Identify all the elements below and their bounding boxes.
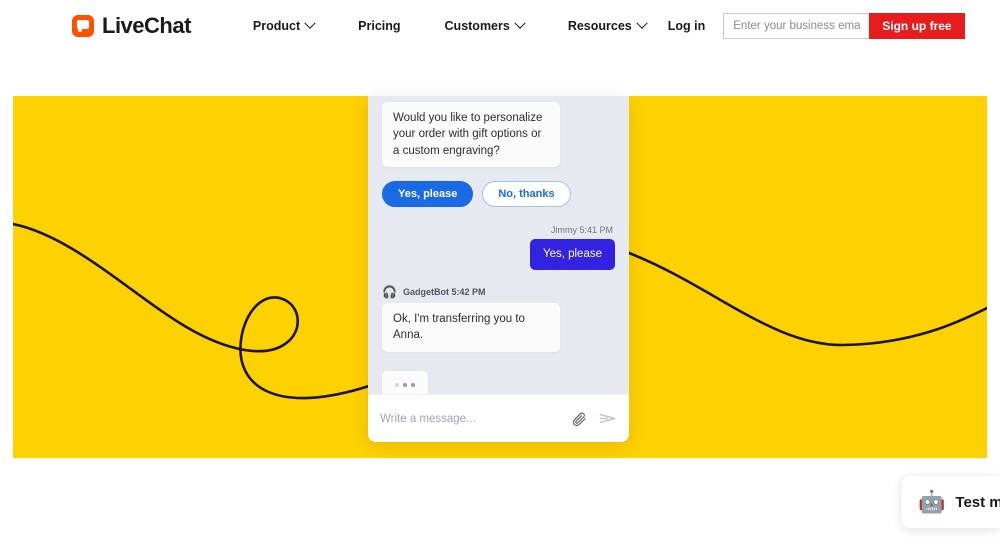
sign-up-free-button[interactable]: Sign up free: [869, 13, 965, 39]
message-input[interactable]: [380, 412, 571, 425]
user-message-meta: Jimmy 5:41 PM: [550, 224, 613, 235]
page-root: LiveChat Product Pricing Customers Resou…: [0, 0, 1000, 560]
chevron-down-icon: [304, 17, 316, 29]
nav-item-product[interactable]: Product: [231, 13, 336, 39]
test-me-widget[interactable]: 🤖 Test me: [902, 476, 1000, 528]
agent-message-meta: 🎧 GadgetBot 5:42 PM: [382, 286, 615, 298]
typing-dot: [395, 382, 399, 387]
chat-message-list[interactable]: Would you like to personalize your order…: [368, 96, 629, 394]
test-me-label: Test me: [955, 493, 1000, 511]
typing-dot: [403, 382, 407, 387]
brand-name: LiveChat: [102, 13, 191, 38]
user-message-bubble: Yes, please: [529, 238, 615, 270]
user-message-row: Yes, please: [382, 238, 615, 270]
chat-widget: Would you like to personalize your order…: [368, 96, 629, 442]
chat-input-actions: [571, 409, 617, 428]
typing-indicator: [382, 370, 428, 394]
typing-dot: [411, 382, 415, 387]
agent-message-bubble: Ok, I'm transferring you to Anna.: [382, 302, 560, 352]
signup-form: Sign up free: [723, 13, 965, 39]
top-navigation-bar: LiveChat Product Pricing Customers Resou…: [0, 0, 1000, 52]
bot-message-bubble: Would you like to personalize your order…: [382, 102, 560, 167]
nav-item-pricing[interactable]: Pricing: [336, 13, 422, 39]
nav-item-label: Product: [252, 19, 301, 33]
login-link[interactable]: Log in: [668, 19, 706, 33]
quick-reply-buttons: Yes, please No, thanks: [382, 180, 615, 207]
nav-item-resources[interactable]: Resources: [546, 13, 668, 39]
nav-item-label: Resources: [567, 19, 632, 33]
robot-emoji-icon: 🤖: [918, 489, 946, 514]
brand-logo[interactable]: LiveChat: [72, 15, 191, 37]
send-icon[interactable]: [598, 409, 617, 428]
nav-item-customers[interactable]: Customers: [423, 13, 546, 39]
nav-right-actions: Log in Sign up free: [668, 13, 965, 39]
chevron-down-icon: [514, 17, 526, 29]
business-email-input[interactable]: [723, 13, 870, 39]
nav-item-label: Pricing: [358, 19, 401, 33]
quick-reply-yes-please[interactable]: Yes, please: [382, 180, 474, 207]
nav-links: Product Pricing Customers Resources: [231, 13, 668, 39]
paperclip-icon[interactable]: [571, 411, 587, 427]
quick-reply-no-thanks[interactable]: No, thanks: [482, 180, 571, 207]
agent-meta-label: GadgetBot 5:42 PM: [402, 286, 486, 297]
chevron-down-icon: [636, 17, 648, 29]
chat-input-bar: [368, 394, 629, 442]
livechat-logo-icon: [72, 15, 94, 37]
headphones-emoji-icon: 🎧: [382, 284, 397, 299]
nav-item-label: Customers: [444, 19, 510, 33]
